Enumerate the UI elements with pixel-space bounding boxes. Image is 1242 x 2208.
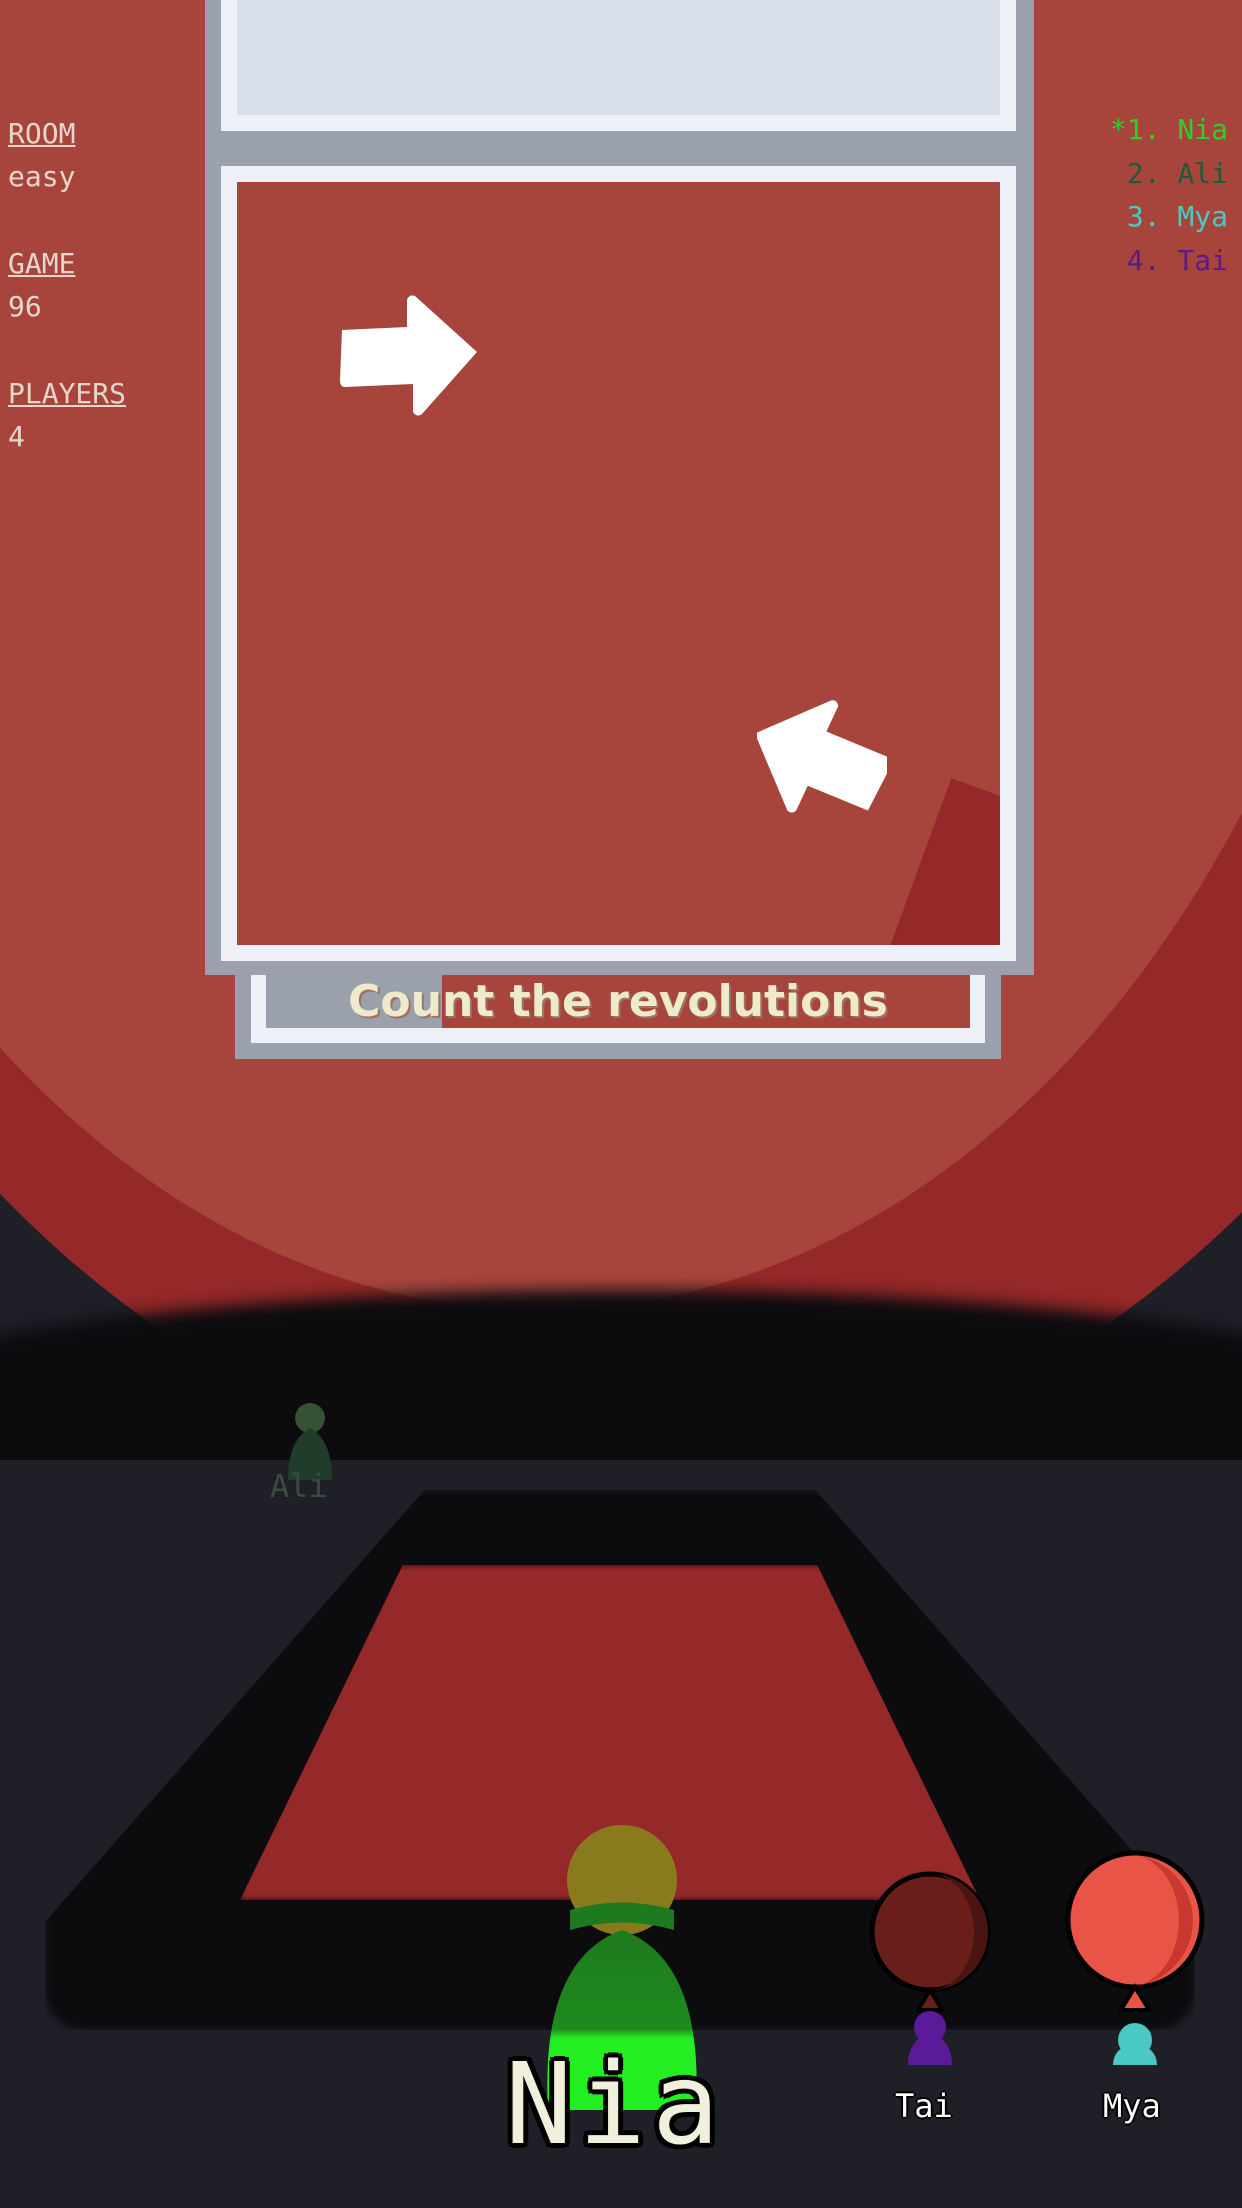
leaderboard-entry: 2. Ali — [1126, 156, 1228, 190]
player-ali-name: Ali — [270, 1467, 328, 1505]
prompt-text: Count the revolutions — [348, 976, 888, 1027]
players-value: 4 — [8, 420, 25, 453]
prompt-bar: Count the revolutions — [235, 975, 1001, 1059]
player-tai-name: Tai — [895, 2087, 953, 2125]
leaderboard-entry: *1. Nia — [1109, 113, 1228, 146]
leaderboard-entry: 4. Tai — [1126, 243, 1228, 277]
leaderboard-entry: 3. Mya — [1126, 200, 1228, 233]
leaderboard: *1. Nia 2. Ali 3. Mya 4. Tai — [1110, 108, 1228, 282]
room-value: easy — [8, 160, 76, 193]
main-display-window — [221, 166, 1016, 961]
room-label: ROOM — [8, 117, 76, 150]
player-self-name: Nia — [505, 2040, 726, 2170]
main-display-screen — [237, 182, 1000, 945]
top-display-screen — [237, 0, 1000, 115]
player-mya-avatar — [1065, 1850, 1205, 2065]
players-label: PLAYERS — [8, 377, 127, 410]
arrow-right-icon — [340, 295, 477, 416]
game-label: GAME — [8, 247, 76, 280]
room-info-panel: ROOM easy GAME 96 PLAYERS 4 — [8, 112, 126, 458]
arrow-down-left-icon — [757, 700, 887, 813]
player-tai-avatar — [869, 1871, 991, 2065]
top-display-window — [221, 0, 1016, 131]
player-mya-name: Mya — [1103, 2087, 1161, 2125]
game-value: 96 — [8, 290, 42, 323]
